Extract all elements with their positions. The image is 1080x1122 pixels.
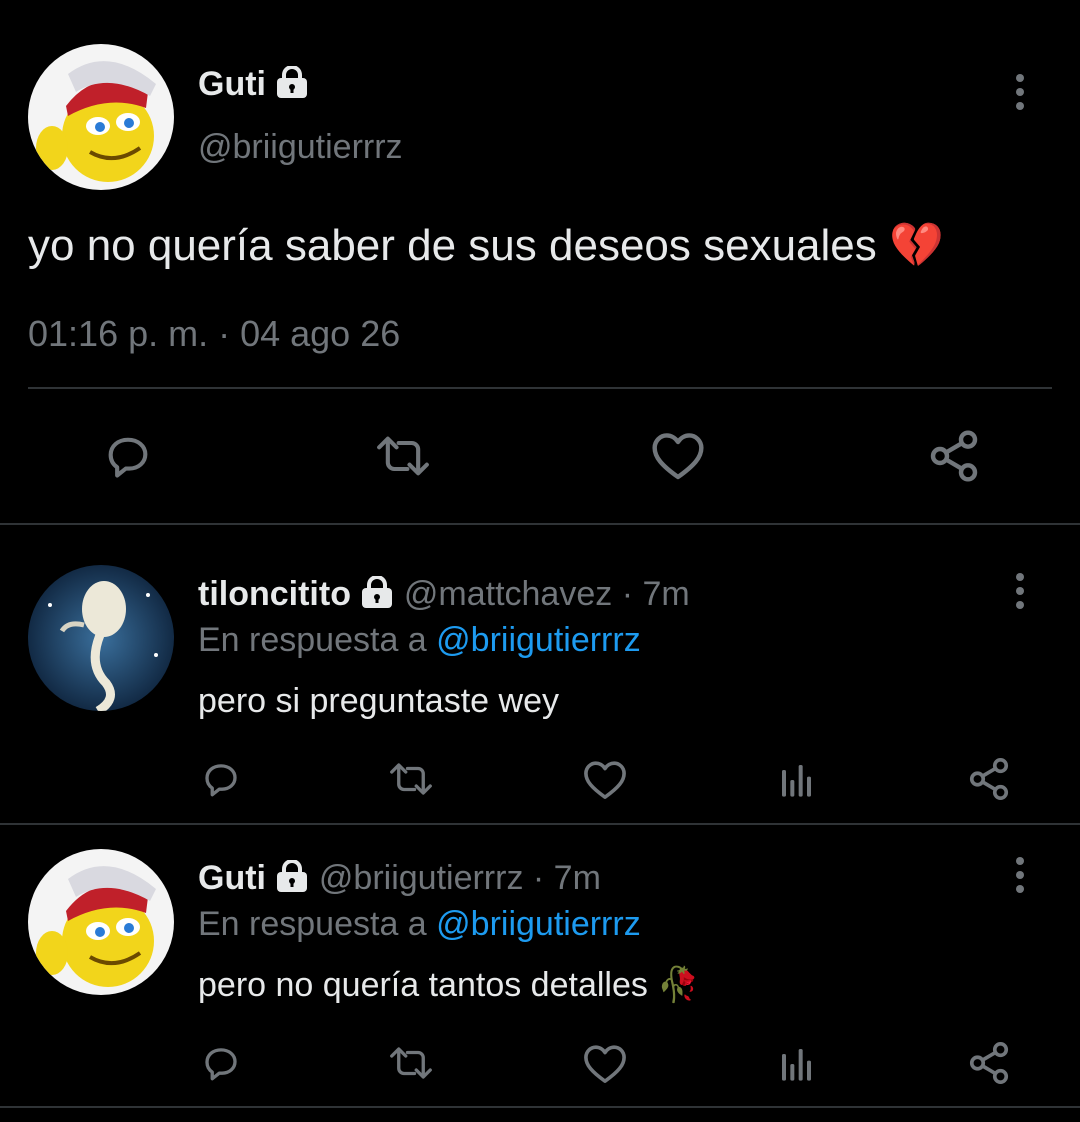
lock-icon <box>360 574 394 617</box>
tweet-age: · 7m <box>621 575 690 613</box>
wilted-flower-emoji: 🥀 <box>657 966 700 1004</box>
like-icon[interactable] <box>650 430 706 482</box>
tweet-text-body: yo no quería saber de sus deseos sexuale… <box>28 221 877 270</box>
reply-context: En respuesta a @briigutierrrz <box>198 904 641 944</box>
reply-text: pero si preguntaste wey <box>198 682 559 720</box>
like-icon[interactable] <box>582 759 628 801</box>
author-name[interactable]: tiloncitito <box>198 575 351 613</box>
section-divider <box>0 523 1080 525</box>
more-vertical-icon[interactable] <box>1014 74 1026 114</box>
broken-heart-emoji: 💔 <box>889 221 944 270</box>
reply-to-link[interactable]: @briigutierrrz <box>436 905 641 943</box>
retweet-icon[interactable] <box>372 430 434 482</box>
author-name[interactable]: Guti <box>198 859 266 897</box>
share-icon[interactable] <box>966 1040 1012 1086</box>
reply-text-body: pero no quería tantos detalles <box>198 966 648 1004</box>
views-icon[interactable] <box>776 760 818 800</box>
avatar-guti[interactable] <box>28 849 174 995</box>
reply-context: En respuesta a @briigutierrrz <box>198 620 641 660</box>
share-icon[interactable] <box>966 756 1012 802</box>
reply-prefix: En respuesta a <box>198 621 427 659</box>
reply-header: tiloncitito @mattchavez · 7m <box>198 574 690 617</box>
retweet-icon[interactable] <box>386 1042 436 1084</box>
share-icon[interactable] <box>926 428 982 484</box>
reply-icon[interactable] <box>200 1042 242 1084</box>
reply-prefix: En respuesta a <box>198 905 427 943</box>
reply-icon[interactable] <box>102 430 154 482</box>
retweet-icon[interactable] <box>386 758 436 800</box>
lock-icon <box>275 858 309 901</box>
avatar-tiloncitito[interactable] <box>28 565 174 711</box>
reply-header: Guti @briigutierrrz · 7m <box>198 858 601 901</box>
author-handle[interactable]: @briigutierrrz <box>198 127 403 167</box>
lock-icon <box>275 64 309 107</box>
reply-text: pero no quería tantos detalles 🥀 <box>198 965 700 1005</box>
avatar-guti[interactable] <box>28 44 174 190</box>
reply-to-link[interactable]: @briigutierrrz <box>436 621 641 659</box>
views-icon[interactable] <box>776 1044 818 1084</box>
tweet-text: yo no quería saber de sus deseos sexuale… <box>28 220 944 272</box>
author-name: Guti <box>198 64 309 107</box>
tweet-timestamp: 01:16 p. m. · 04 ago 26 <box>28 313 401 354</box>
more-vertical-icon[interactable] <box>1014 857 1026 897</box>
author-handle[interactable]: @briigutierrrz <box>319 859 524 897</box>
tweet-age: · 7m <box>532 859 601 897</box>
reply-icon[interactable] <box>200 758 242 800</box>
like-icon[interactable] <box>582 1043 628 1085</box>
author-handle[interactable]: @mattchavez <box>404 575 612 613</box>
author-name-text[interactable]: Guti <box>198 65 266 103</box>
timestamp-divider <box>28 387 1052 389</box>
section-divider <box>0 1106 1080 1108</box>
section-divider <box>0 823 1080 825</box>
more-vertical-icon[interactable] <box>1014 573 1026 613</box>
